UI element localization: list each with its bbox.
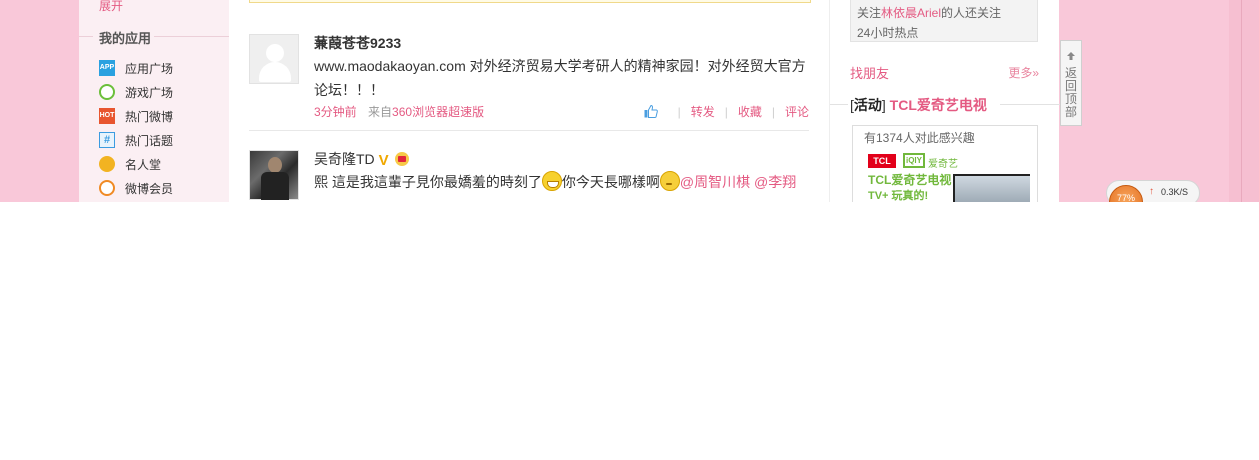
my-apps-title: 我的应用 [99,31,152,46]
left-sidebar: 展开 我的应用 APP 应用广场 游戏广场 HOT 热门微博 # 热门话题 名人… [79,0,229,202]
page-scrollbar-area [1229,0,1259,202]
activity-card[interactable]: 有1374人对此感兴趣 TCL iQIY 爱奇艺 TCL爱奇艺电视 TV+ 玩真… [852,125,1038,202]
hall-of-fame-icon [99,156,115,172]
expand-link[interactable]: 展开 [99,0,123,14]
back-to-top-button[interactable]: 返回顶部 [1060,40,1082,126]
up-arrow-icon [1066,51,1076,64]
sidebar-item-hall-of-fame[interactable]: 名人堂 [99,154,161,174]
app-square-icon: APP [99,60,115,76]
page-viewport: 展开 我的应用 APP 应用广场 游戏广场 HOT 热门微博 # 热门话题 名人… [0,0,1259,202]
notice-bar [249,0,811,3]
iqiyi-text: 爱奇艺 [928,159,958,170]
network-speed-widget[interactable]: 77% ↑ 0.3K/S [1106,180,1200,202]
post-divider [249,130,809,131]
interest-count: 有1374人对此感兴趣 [864,131,975,145]
upload-arrow-icon: ↑ [1149,186,1154,197]
sidebar-item-app-square[interactable]: APP 应用广场 [99,58,173,78]
thinking-emoji-icon [659,171,680,191]
feed-post: 吴奇隆TD V 熙 這是我這輩子見你最嬌羞的時刻了 你今天長哪樣啊 @周智川棋 @李翔 [249,150,809,202]
follow-suffix: 的人还关注 [941,6,1002,20]
tcl-logo: TCL [868,154,896,168]
mention-link[interactable]: @李翔 [754,174,796,190]
sidebar-item-weibo-member[interactable]: 微博会员 [99,178,173,198]
post-text-part: 你今天長哪樣啊 [561,174,660,190]
post-author[interactable]: 吴奇隆TD [314,151,375,167]
verified-icon: V [378,152,389,169]
back-to-top-label: 返回顶部 [1065,66,1078,119]
game-square-icon [99,84,115,100]
sidebar-item-label: 名人堂 [125,157,162,172]
mention-link[interactable]: @周智川棋 [680,174,750,190]
divider [830,104,848,105]
ad-slogan: TV+ 玩真的! [868,190,929,202]
sidebar-item-hot-weibo[interactable]: HOT 热门微博 [99,106,173,126]
follow-prefix: 关注 [857,6,882,20]
divider [154,36,229,37]
sidebar-item-label: 应用广场 [125,61,174,76]
ad-headline: TCL爱奇艺电视 [868,173,952,187]
sidebar-item-label: 游戏广场 [125,85,174,100]
post-author[interactable]: 蒹葭苍苍9233 [314,33,401,53]
right-column: 关注林依晨Ariel的人还关注 24小时热点 找朋友 更多» [活动] TCL爱… [829,0,1060,202]
sidebar-item-label: 微博会员 [125,181,174,196]
vip-crown-icon [394,152,409,166]
follow-suggestion-box: 关注林依晨Ariel的人还关注 24小时热点 [850,0,1038,42]
comment-button[interactable]: 评论 [785,103,809,120]
source-prefix: 来自 [368,105,393,119]
main-feed: 蒹葭苍苍9233 www.maodakaoyan.com 对外经济贸易大学考研人… [229,0,829,202]
divider [1000,104,1060,105]
sidebar-item-label: 热门微博 [125,109,174,124]
post-time[interactable]: 3分钟前 [314,105,357,119]
hot-24h-label: 24小时热点 [857,26,919,40]
sidebar-item-label: 热门话题 [125,133,174,148]
avatar[interactable] [249,34,299,84]
post-text: www.maodakaoyan.com 对外经济贸易大学考研人的精神家园！对外经… [314,58,806,98]
speed-rate: 0.3K/S [1161,187,1189,197]
activity-title: [活动] TCL爱奇艺电视 [850,97,987,113]
post-text: 熙 這是我這輩子見你最嬌羞的時刻了 你今天長哪樣啊 @周智川棋 @李翔 [314,170,809,194]
sidebar-item-hot-topic[interactable]: # 热门话题 [99,130,173,150]
post-author-line: 吴奇隆TD V [314,149,409,169]
like-icon[interactable] [644,104,658,118]
grin-emoji-icon [541,171,562,191]
post-source[interactable]: 360浏览器超速版 [392,105,484,119]
activity-ad-image[interactable]: TCL iQIY 爱奇艺 TCL爱奇艺电视 TV+ 玩真的! [865,150,1030,202]
activity-label: 活动 [853,97,882,113]
more-link[interactable]: 更多» [1008,64,1039,81]
divider [79,36,93,37]
forward-button[interactable]: 转发 [691,103,715,120]
avatar[interactable] [249,150,299,200]
post-actions: | 转发 | 收藏 | 评论 [644,103,809,120]
iqiyi-logo: iQIY [903,153,925,168]
find-friends-link[interactable]: 找朋友 [850,63,889,82]
favorite-button[interactable]: 收藏 [738,103,762,120]
hot-topic-icon: # [99,132,115,148]
follow-name-link[interactable]: 林依晨Ariel [881,6,941,20]
activity-link[interactable]: TCL爱奇艺电视 [890,97,987,113]
feed-post: 蒹葭苍苍9233 www.maodakaoyan.com 对外经济贸易大学考研人… [249,34,809,124]
tv-image [953,174,1030,202]
post-meta: 3分钟前 来自360浏览器超速版 [314,103,484,120]
sidebar-item-game-square[interactable]: 游戏广场 [99,82,173,102]
weibo-member-icon [99,180,115,196]
speed-percent: 77% [1117,193,1136,202]
post-text-part: 熙 這是我這輩子見你最嬌羞的時刻了 [314,174,542,190]
hot-weibo-icon: HOT [99,108,115,124]
